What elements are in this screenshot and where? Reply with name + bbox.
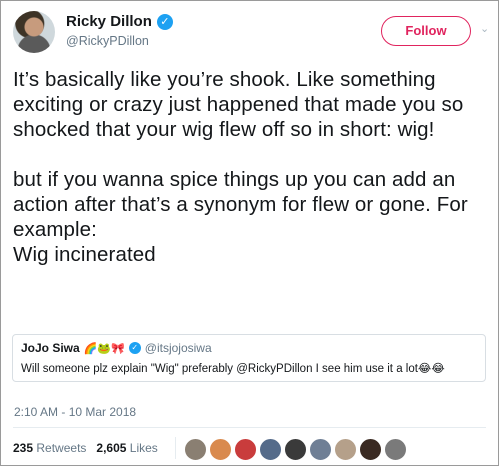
retweets-stat[interactable]: 235 Retweets [13, 441, 86, 455]
author-handle[interactable]: @RickyPDillon [66, 34, 149, 48]
liker-avatar[interactable] [334, 438, 357, 461]
retweets-label: Retweets [36, 441, 87, 455]
quoted-author-handle: @itsjojosiwa [144, 341, 212, 355]
chevron-down-icon[interactable]: ⌄ [480, 22, 490, 35]
liker-avatars [184, 438, 409, 461]
liker-avatar[interactable] [284, 438, 307, 461]
author-name[interactable]: Ricky Dillon [66, 13, 152, 30]
liker-avatar[interactable] [384, 438, 407, 461]
liker-avatar[interactable] [234, 438, 257, 461]
likes-label: Likes [129, 441, 158, 455]
likes-count: 2,605 [96, 441, 127, 455]
tweet-text: It’s basically like you’re shook. Like s… [13, 68, 468, 266]
quoted-tweet-text: Will someone plz explain "Wig" preferabl… [21, 363, 445, 375]
stats-separator [175, 437, 176, 459]
likes-stat[interactable]: 2,605 Likes [96, 441, 157, 455]
follow-button[interactable]: Follow [381, 16, 471, 46]
liker-avatar[interactable] [259, 438, 282, 461]
liker-avatar[interactable] [209, 438, 232, 461]
quoted-tweet[interactable]: JoJo Siwa 🌈🐸🎀 ✓ @itsjojosiwa Will someon… [12, 334, 486, 382]
liker-avatar[interactable] [184, 438, 207, 461]
tweet-timestamp[interactable]: 2:10 AM - 10 Mar 2018 [14, 405, 136, 419]
author-avatar[interactable] [13, 11, 55, 53]
verified-badge-icon: ✓ [156, 13, 173, 30]
quoted-verified-badge-icon: ✓ [128, 342, 141, 354]
quoted-author-name: JoJo Siwa [21, 341, 80, 355]
quoted-author-emojis: 🌈🐸🎀 [83, 342, 125, 355]
tweet-stats: 235 Retweets 2,605 Likes [13, 441, 158, 455]
liker-avatar[interactable] [359, 438, 382, 461]
quoted-tweet-header: JoJo Siwa 🌈🐸🎀 ✓ @itsjojosiwa [21, 341, 477, 355]
liker-avatar[interactable] [309, 438, 332, 461]
author-name-row[interactable]: Ricky Dillon ✓ [66, 13, 173, 30]
divider [13, 427, 486, 428]
retweets-count: 235 [13, 441, 34, 455]
tweet-card: Ricky Dillon ✓ @RickyPDillon Follow ⌄ It… [0, 0, 499, 466]
